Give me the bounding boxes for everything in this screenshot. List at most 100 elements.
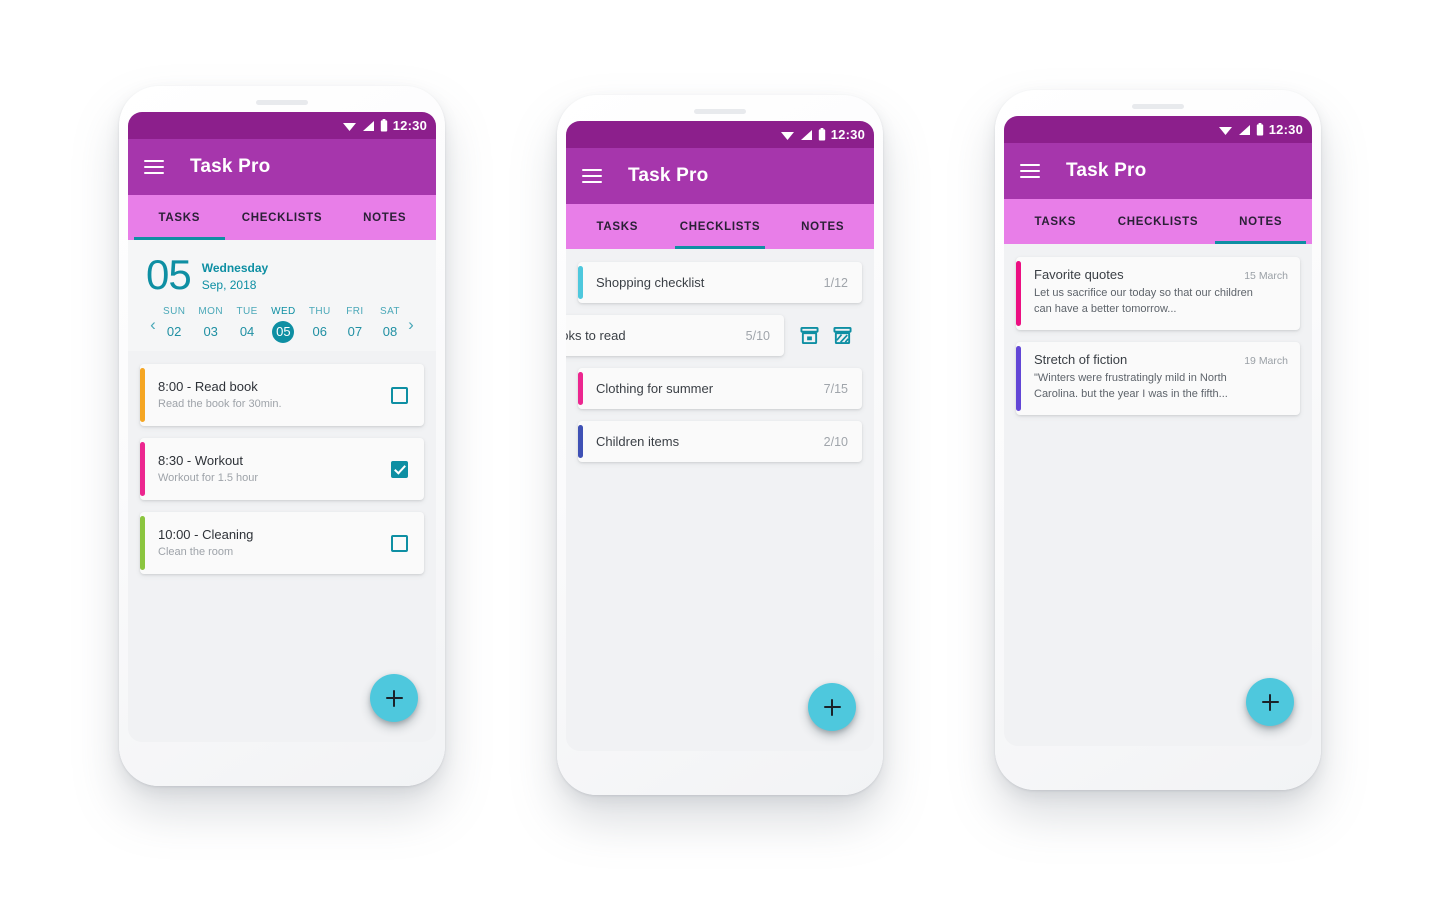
checklist-count: 2/10 [823,434,848,449]
task-checkbox-checked[interactable] [391,460,408,478]
phone-speaker [694,109,746,114]
checklist-card-swiped[interactable]: ooks to read 5/10 [566,315,784,356]
task-row[interactable]: 10:00 - Cleaning Clean the room [140,512,424,574]
app-title: Task Pro [628,165,709,186]
week-day-name: SAT [380,306,400,317]
note-date: 15 March [1244,270,1288,282]
note-body: "Winters were frustratingly mild in Nort… [1034,371,1228,400]
app-title: Task Pro [1066,160,1147,181]
hamburger-menu-icon[interactable] [1020,164,1040,178]
tab-bar: TASKS CHECKLISTS NOTES [1004,199,1312,244]
checklist-accent-bar [578,372,583,405]
checklist-title: Children items [596,434,680,449]
next-week-icon[interactable]: › [404,316,418,333]
phone-speaker [256,100,308,105]
note-accent-bar [1016,261,1021,326]
checklist-accent-bar [578,425,583,458]
task-subtitle: Clean the room [158,545,234,558]
checklists-content: Shopping checklist 1/12 ooks to read 5/1… [566,249,874,751]
wifi-icon [1218,126,1232,135]
week-day-number: 06 [312,324,327,339]
week-day[interactable]: FRI 07 [344,306,366,343]
note-title: Favorite quotes [1034,267,1124,282]
task-row[interactable]: 8:30 - Workout Workout for 1.5 hour [140,438,424,500]
task-accent-bar [140,442,145,496]
week-day-name: SUN [163,306,186,317]
task-checkbox[interactable] [391,534,408,552]
week-day-name: MON [198,306,223,317]
archive-icon[interactable] [800,326,819,345]
week-day-name: FRI [346,306,364,317]
checklist-title: ooks to read [566,328,626,343]
note-row[interactable]: Favorite quotes 15 March Let us sacrific… [1016,257,1300,330]
note-body: Let us sacrifice our today so that our c… [1034,287,1253,315]
battery-icon [1256,123,1263,136]
selected-day-number: 05 [146,251,192,298]
phone-tasks: 12:30 Task Pro TASKS CHECKLISTS NOTES 05… [119,86,445,786]
app-bar: Task Pro [566,148,874,204]
tab-bar: TASKS CHECKLISTS NOTES [128,195,436,240]
tab-tasks[interactable]: TASKS [1004,199,1107,244]
delete-icon[interactable] [833,326,852,345]
screen-notes: 12:30 Task Pro TASKS CHECKLISTS NOTES Fa… [1004,116,1312,746]
phone-notes: 12:30 Task Pro TASKS CHECKLISTS NOTES Fa… [995,90,1321,790]
week-day-number: 03 [203,324,218,339]
week-day[interactable]: TUE 04 [236,306,258,343]
add-button[interactable] [370,674,418,722]
prev-week-icon[interactable]: ‹ [146,316,160,333]
app-bar: Task Pro [128,139,436,195]
hamburger-menu-icon[interactable] [144,160,164,174]
add-button[interactable] [808,683,856,731]
tab-notes[interactable]: NOTES [1209,199,1312,244]
week-day-number: 07 [347,324,363,339]
checklist-list: Shopping checklist 1/12 ooks to read 5/1… [566,249,874,462]
note-title: Stretch of fiction [1034,351,1128,367]
tab-notes[interactable]: NOTES [771,204,874,249]
task-accent-bar [140,368,145,422]
checklist-count: 5/10 [745,328,770,343]
task-title: 8:30 - Workout [158,453,244,469]
week-day[interactable]: SUN 02 [163,306,185,343]
app-bar: Task Pro [1004,143,1312,199]
tab-checklists[interactable]: CHECKLISTS [1107,199,1210,244]
week-day[interactable]: MON 03 [198,306,223,343]
checklist-count: 1/12 [823,275,848,290]
tab-checklists[interactable]: CHECKLISTS [669,204,772,249]
note-row[interactable]: Stretch of fiction 19 March "Winters wer… [1016,341,1300,415]
date-header: 05 Wednesday Sep, 2018 ‹ SUN 02 MON 03 T… [128,240,436,351]
checklist-title: Clothing for summer [596,381,714,396]
task-checkbox[interactable] [391,386,408,404]
week-day-number: 04 [239,324,255,339]
checklist-accent-bar [578,266,583,299]
week-strip: ‹ SUN 02 MON 03 TUE 04 WED 05 THU 06 FRI… [146,306,418,343]
checklist-title: Shopping checklist [596,275,705,290]
checklist-row[interactable]: Shopping checklist 1/12 [578,262,862,303]
add-button[interactable] [1246,678,1294,726]
checklist-row[interactable]: Clothing for summer 7/15 [578,368,862,409]
app-title: Task Pro [190,156,271,177]
week-day[interactable]: THU 06 [309,306,331,343]
checklist-row[interactable]: Children items 2/10 [578,421,862,462]
week-day-name: WED [271,306,296,317]
tab-tasks[interactable]: TASKS [566,204,669,249]
checklist-count: 7/15 [823,381,848,396]
week-day[interactable]: SAT 08 [379,306,401,343]
note-accent-bar [1016,345,1021,411]
hamburger-menu-icon[interactable] [582,169,602,183]
tab-tasks[interactable]: TASKS [128,195,231,240]
wifi-icon [780,131,794,140]
tab-checklists[interactable]: CHECKLISTS [231,195,334,240]
status-bar: 12:30 [1004,116,1312,143]
task-row[interactable]: 8:00 - Read book Read the book for 30min… [140,364,424,426]
phone-speaker [1132,104,1184,109]
task-accent-bar [140,516,145,570]
battery-icon [380,119,387,132]
phone-mockup-stage: 12:30 Task Pro TASKS CHECKLISTS NOTES 05… [0,0,1440,900]
notes-content: Favorite quotes 15 March Let us sacrific… [1004,244,1312,746]
battery-icon [818,128,825,141]
wifi-icon [342,122,356,131]
tab-notes[interactable]: NOTES [333,195,436,240]
week-day-selected[interactable]: WED 05 [271,306,296,343]
tasks-content: 05 Wednesday Sep, 2018 ‹ SUN 02 MON 03 T… [128,240,436,742]
status-bar: 12:30 [566,121,874,148]
